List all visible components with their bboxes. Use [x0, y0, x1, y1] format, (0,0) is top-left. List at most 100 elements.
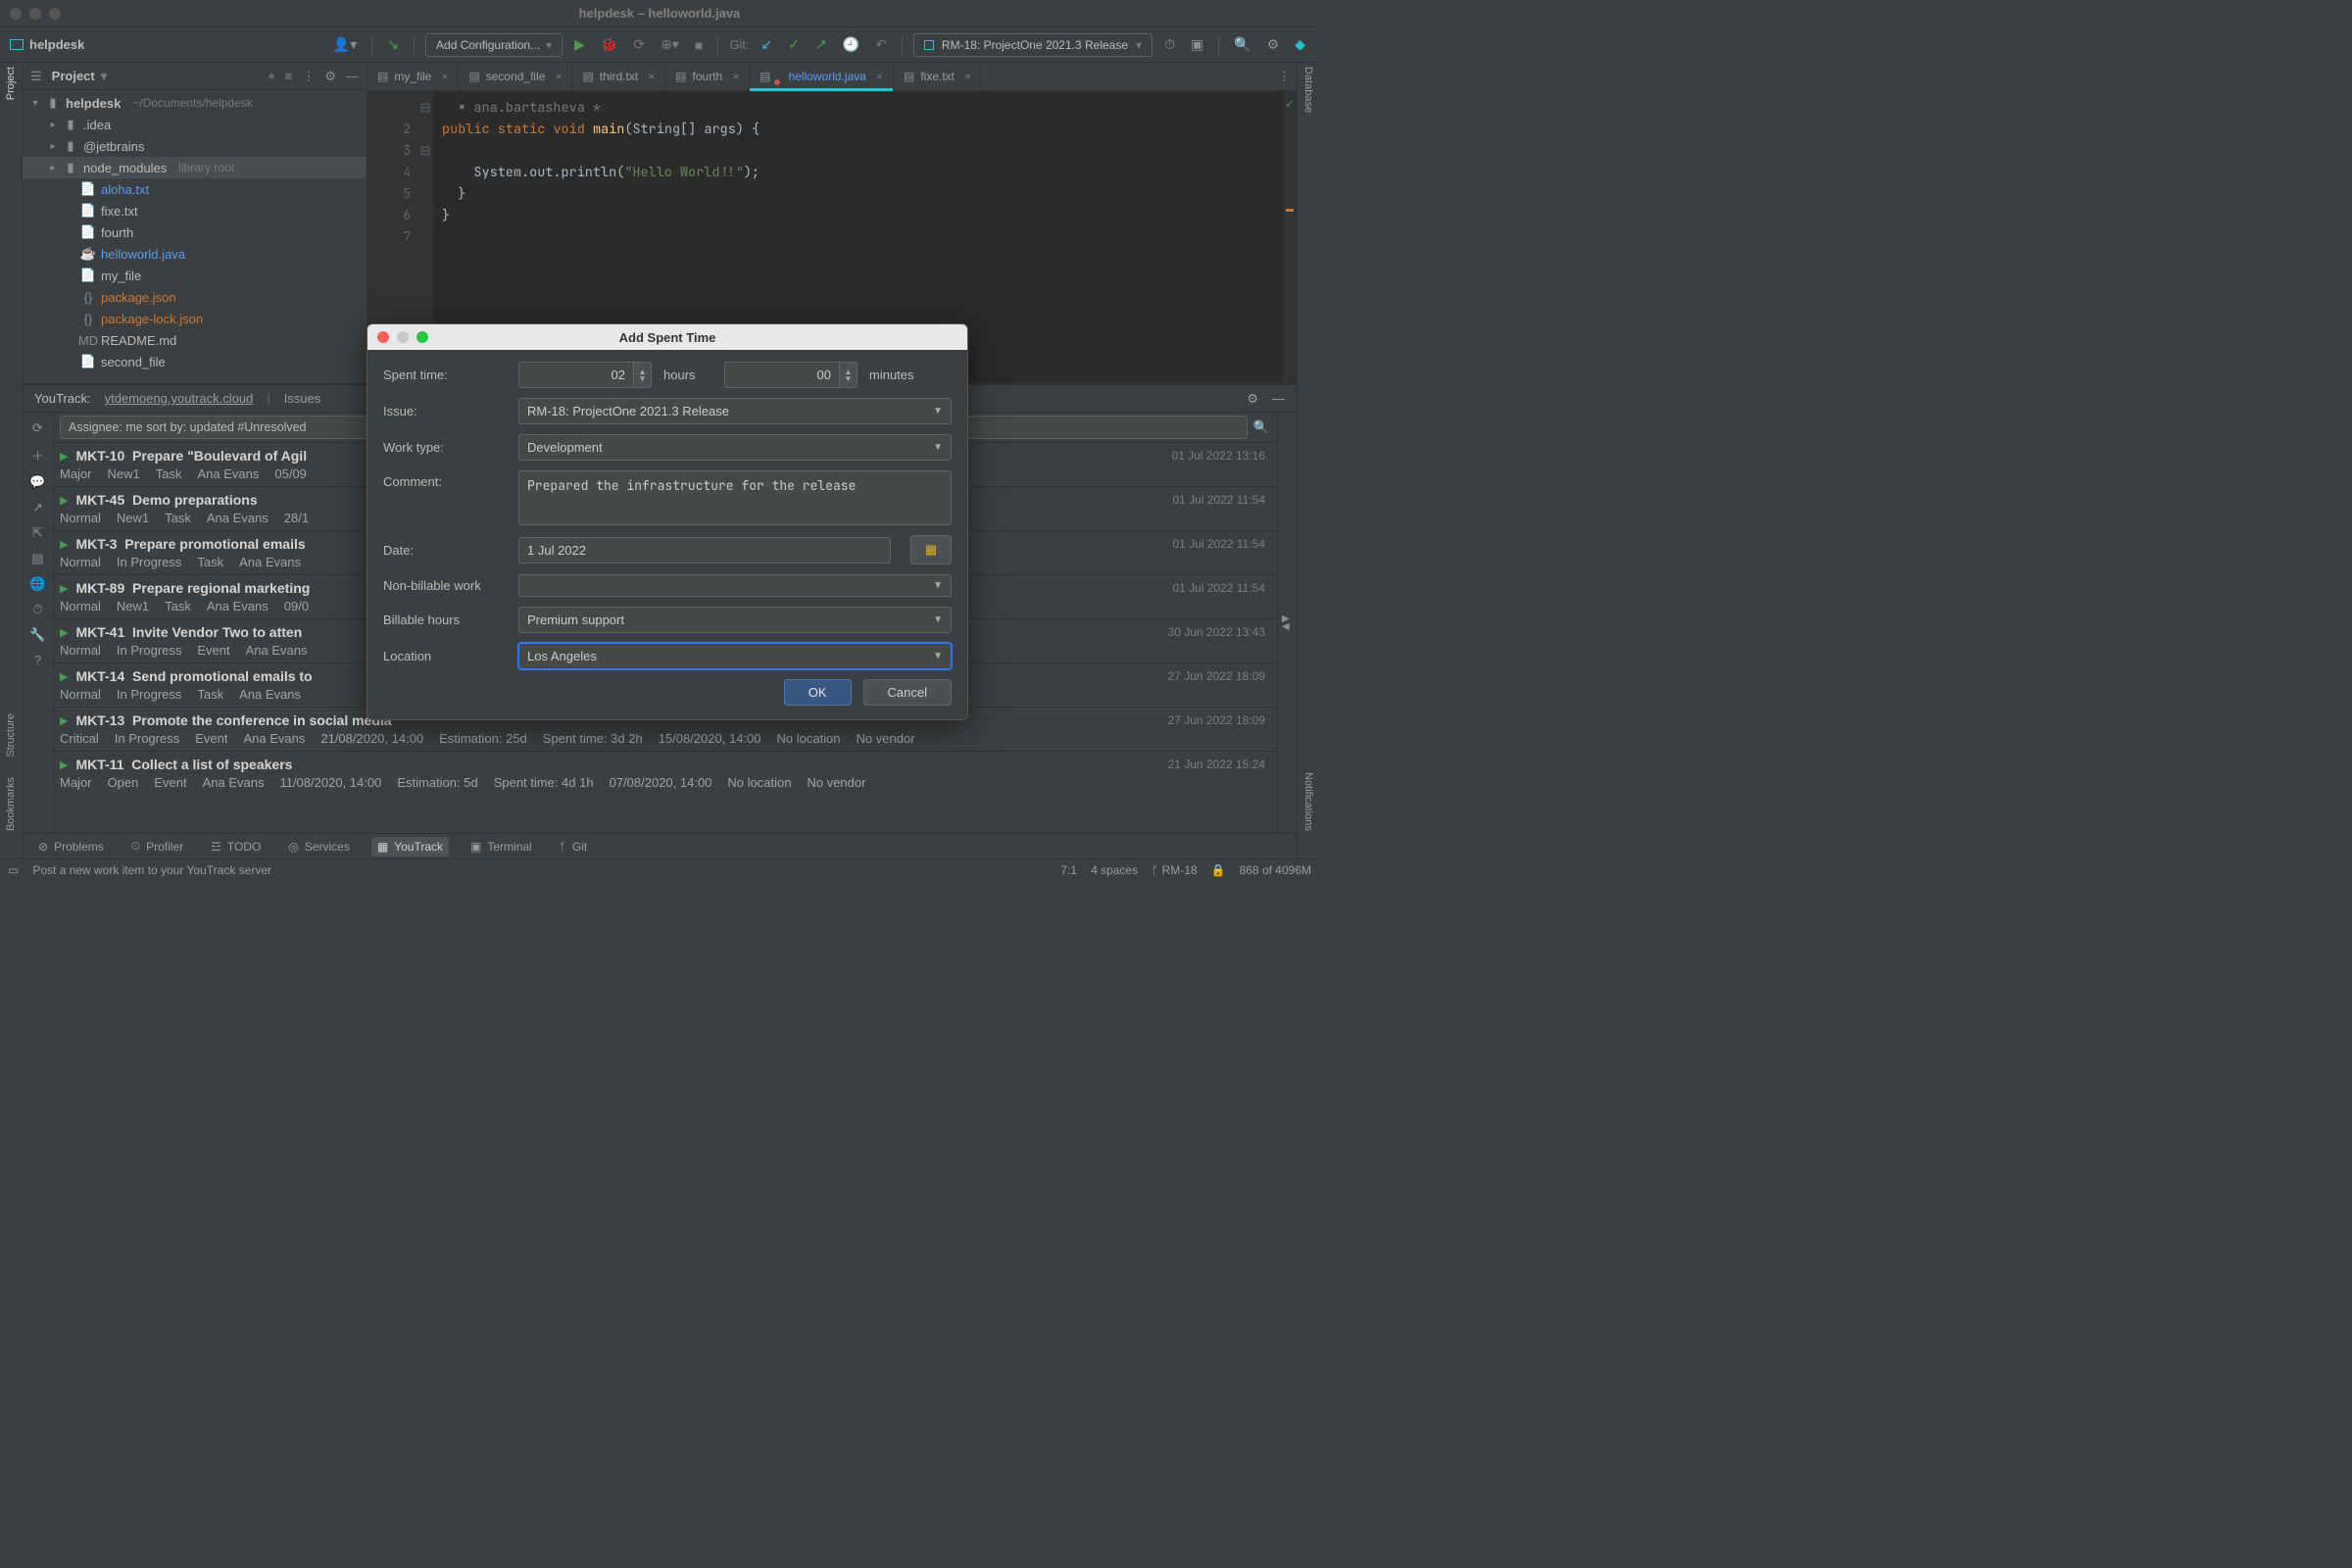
expand-arrow-icon[interactable]: ▶ [60, 626, 68, 639]
search-icon[interactable]: 🔍 [1253, 419, 1269, 435]
stripe-structure[interactable]: Structure [5, 713, 17, 758]
run-anything-icon[interactable]: ▣ [1187, 36, 1207, 53]
tree-folder[interactable]: ▸▮node_moduleslibrary root [23, 157, 367, 178]
status-lock-icon[interactable]: 🔒 [1211, 863, 1226, 877]
work-type-select[interactable]: Development▼ [518, 434, 952, 461]
add-configuration-button[interactable]: Add Configuration...▾ [425, 33, 563, 57]
tw-gear-icon[interactable]: ⚙ [324, 69, 336, 84]
issue-select[interactable]: RM-18: ProjectOne 2021.3 Release▼ [518, 398, 952, 424]
tab-youtrack[interactable]: ▦YouTrack [371, 837, 449, 857]
expand-arrow-icon[interactable]: ▶ [60, 582, 68, 595]
close-icon[interactable]: × [732, 70, 739, 83]
editor-tab[interactable]: ▤third.txt× [572, 63, 665, 90]
git-rollback-icon[interactable]: ↶ [871, 36, 891, 53]
project-tw-title[interactable]: Project▾ [52, 69, 108, 84]
git-history-icon[interactable]: 🕘 [839, 36, 863, 53]
tree-folder[interactable]: ▸▮.idea [23, 114, 367, 135]
jetbrains-logo-icon[interactable]: ◆ [1291, 36, 1309, 53]
cancel-button[interactable]: Cancel [863, 679, 952, 706]
tree-file[interactable]: ☕helloworld.java [23, 243, 367, 265]
expand-arrow-icon[interactable]: ▶ [60, 538, 68, 551]
status-branch[interactable]: ᚶ RM-18 [1152, 863, 1198, 877]
tree-file[interactable]: 📄my_file [23, 265, 367, 286]
expand-arrow-icon[interactable]: ▶ [60, 759, 68, 771]
issue-row[interactable]: ▶MKT-11 Collect a list of speakers21 Jun… [54, 751, 1277, 795]
tab-terminal[interactable]: ▣Terminal [465, 837, 538, 857]
editor-tab[interactable]: ▤fixe.txt× [894, 63, 982, 90]
tree-file[interactable]: {}package-lock.json [23, 308, 367, 329]
git-push-icon[interactable]: ↗ [811, 36, 831, 53]
wrench-icon[interactable]: 🔧 [29, 627, 45, 643]
locate-icon[interactable]: ⌖ [268, 69, 274, 84]
close-icon[interactable]: × [648, 70, 655, 83]
open-out-icon[interactable]: ↗ [32, 500, 43, 515]
yt-breadcrumb-issues[interactable]: Issues [284, 391, 321, 406]
expand-arrow-icon[interactable]: ▶ [60, 714, 68, 727]
collapse-icon[interactable]: ⋮ [302, 69, 315, 84]
add-icon[interactable]: ＋ [31, 446, 44, 465]
expand-all-icon[interactable]: ≡ [285, 69, 293, 84]
expand-arrow-icon[interactable]: ▶ [60, 670, 68, 683]
close-icon[interactable]: × [876, 70, 883, 83]
tab-git[interactable]: ᚶGit [554, 837, 594, 857]
help-icon[interactable]: ? [34, 653, 41, 667]
tree-folder[interactable]: ▸▮@jetbrains [23, 135, 367, 157]
stripe-project[interactable]: Project [5, 67, 17, 100]
stepper-arrows-icon[interactable]: ▲▼ [840, 362, 858, 388]
editor-tab[interactable]: ▤my_file× [368, 63, 459, 90]
build-hammer-icon[interactable]: ↘ [383, 36, 403, 53]
stripe-notifications[interactable]: Notifications [1302, 772, 1314, 831]
stop-icon[interactable]: ■ [691, 37, 707, 53]
user-icon[interactable]: 👤▾ [329, 36, 361, 53]
location-select[interactable]: Los Angeles▼ [518, 643, 952, 669]
debug-icon[interactable]: 🐞 [597, 36, 621, 53]
tree-file[interactable]: MDREADME.md [23, 329, 367, 351]
minutes-stepper[interactable]: 00 ▲▼ [724, 362, 858, 388]
project-tree[interactable]: ▾ ▮ helpdesk ~/Documents/helpdesk ▸▮.ide… [23, 90, 367, 383]
editor-overview-ruler[interactable]: ✓ [1283, 91, 1297, 383]
search-everywhere-icon[interactable]: 🔍 [1230, 36, 1254, 53]
close-icon[interactable]: × [555, 70, 562, 83]
scroll-carets-icon[interactable]: ▶◀ [1282, 615, 1290, 631]
profile-icon[interactable]: ⊕▾ [657, 36, 683, 53]
tree-file[interactable]: 📄second_file [23, 351, 367, 372]
status-indent[interactable]: 4 spaces [1091, 863, 1138, 877]
coverage-icon[interactable]: ⟳ [629, 36, 649, 53]
tree-file[interactable]: {}package.json [23, 286, 367, 308]
tree-root[interactable]: ▾ ▮ helpdesk ~/Documents/helpdesk [23, 92, 367, 114]
tab-overflow-icon[interactable]: ⋮ [1278, 69, 1291, 84]
date-input[interactable]: 1 Jul 2022 [518, 537, 891, 564]
expand-arrow-icon[interactable]: ▶ [60, 494, 68, 507]
tree-file[interactable]: 📄fourth [23, 221, 367, 243]
tab-profiler[interactable]: ⏲Profiler [125, 836, 189, 857]
stack-icon[interactable]: ▤ [31, 551, 43, 566]
status-memory[interactable]: 868 of 4096M [1240, 863, 1311, 877]
close-icon[interactable]: × [441, 70, 448, 83]
tab-problems[interactable]: ⊘Problems [32, 837, 110, 857]
run-config-selector[interactable]: RM-18: ProjectOne 2021.3 Release▾ [913, 33, 1152, 57]
expand-arrow-icon[interactable]: ▶ [60, 450, 68, 463]
stripe-bookmarks[interactable]: Bookmarks [5, 777, 17, 831]
yt-server-link[interactable]: ytdemoeng.youtrack.cloud [105, 391, 254, 406]
yt-hide-icon[interactable]: — [1272, 391, 1285, 406]
globe-icon[interactable]: 🌐 [29, 576, 45, 592]
settings-gear-icon[interactable]: ⚙ [1263, 36, 1284, 53]
tab-todo[interactable]: ☲TODO [205, 837, 267, 857]
run-icon[interactable]: ▶ [570, 36, 589, 53]
git-commit-icon[interactable]: ✓ [784, 36, 804, 53]
calendar-button[interactable]: ▦ [910, 535, 952, 564]
link-out-icon[interactable]: ⇱ [32, 525, 43, 541]
ok-button[interactable]: OK [784, 679, 852, 706]
refresh-icon[interactable]: ⟳ [32, 420, 43, 436]
tree-file[interactable]: 📄fixe.txt [23, 200, 367, 221]
stripe-database[interactable]: Database [1302, 67, 1314, 113]
git-update-icon[interactable]: ↙ [758, 36, 777, 53]
timer-icon[interactable]: ⏱ [32, 602, 42, 617]
editor-tab[interactable]: ▤fourth× [665, 63, 750, 90]
tab-services[interactable]: ◎Services [282, 837, 356, 857]
status-caret-pos[interactable]: 7:1 [1060, 863, 1077, 877]
billable-select[interactable]: Premium support▼ [518, 607, 952, 633]
stopwatch-add-icon[interactable]: ⏱ [1160, 36, 1179, 53]
hours-stepper[interactable]: 02 ▲▼ [518, 362, 652, 388]
dialog-titlebar[interactable]: Add Spent Time [368, 324, 967, 350]
